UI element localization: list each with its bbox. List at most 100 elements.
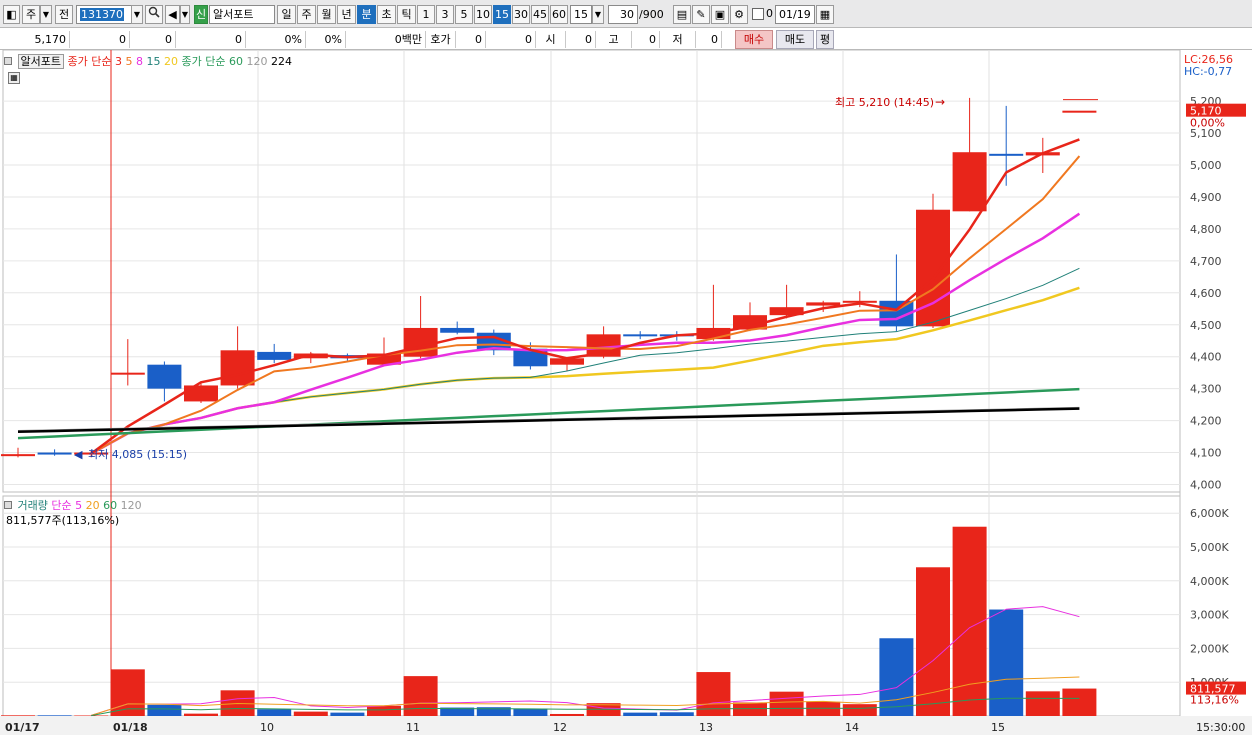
- interval-15-button[interactable]: 15: [493, 5, 511, 24]
- hoga-label: 호가: [426, 31, 456, 48]
- interval-3-button[interactable]: 3: [436, 5, 454, 24]
- volume-ma20: 20: [85, 499, 100, 512]
- speaker-dropdown-icon[interactable]: ▼: [180, 5, 190, 24]
- price-legend: 알서포트 종가 단순 3 5 8 15 20 종가 단순 60 120 224: [4, 53, 292, 69]
- volume-current: 811,577주(113,16%): [6, 514, 120, 527]
- volume-legend-toggle-icon[interactable]: [4, 501, 12, 509]
- volume-value: 0: [176, 31, 246, 48]
- period-month-button[interactable]: 월: [317, 5, 336, 24]
- period-minute-button[interactable]: 분: [357, 5, 376, 24]
- speaker-icon[interactable]: ◀: [165, 5, 180, 24]
- price-tick-label: 4,500: [1190, 319, 1222, 332]
- price-tick-label: 4,100: [1190, 447, 1222, 460]
- price-tick-label: 5,000: [1190, 159, 1222, 172]
- interval-45-button[interactable]: 45: [531, 5, 549, 24]
- volume-ma-label: 단순: [51, 499, 72, 512]
- toolbar: ◧ 주 ▼ 전 131370 ▼ ◀ ▼ 신 알서포트 일 주 월 년 분 초 …: [0, 0, 1252, 28]
- buy-button[interactable]: 매수: [735, 30, 773, 49]
- new-listing-badge: 신: [194, 5, 208, 24]
- time-axis-label: 01/17: [5, 721, 40, 734]
- high-value: 0: [632, 31, 660, 48]
- volume-bar: [184, 713, 218, 716]
- interval-60-button[interactable]: 60: [550, 5, 568, 24]
- legend-ma2-label: 종가 단순: [181, 55, 226, 68]
- time-axis-label: 01/18: [113, 721, 148, 734]
- stock-code-text: 131370: [80, 8, 124, 21]
- volume-bar: [733, 702, 767, 716]
- volume-bar: [879, 638, 914, 716]
- market-button[interactable]: 주: [22, 5, 40, 24]
- high-arrow-icon: →: [935, 95, 945, 109]
- sell-button[interactable]: 매도: [776, 30, 814, 49]
- price-pane: [2, 50, 1181, 493]
- interval-5-button[interactable]: 5: [455, 5, 473, 24]
- volume-legend-name: 거래량: [17, 499, 48, 512]
- period-day-button[interactable]: 일: [277, 5, 296, 24]
- low-value: 0: [696, 31, 722, 48]
- interval-1-button[interactable]: 1: [417, 5, 435, 24]
- legend-ma224: 224: [270, 55, 292, 68]
- legend-ma8: 8: [135, 55, 143, 68]
- chart-canvas[interactable]: 5,2005,1005,0004,9004,8004,7004,6004,500…: [0, 50, 1252, 735]
- hoga-value-1: 0: [456, 31, 486, 48]
- search-icon[interactable]: [145, 5, 163, 24]
- price-tick-label: 4,400: [1190, 351, 1222, 364]
- count-total: /900: [639, 8, 664, 21]
- volume-bar: [550, 713, 584, 716]
- open-label: 시: [536, 31, 566, 48]
- volume-percent: 0%: [246, 31, 306, 48]
- period-second-button[interactable]: 초: [377, 5, 396, 24]
- volume-bar: [989, 609, 1024, 716]
- gear-icon[interactable]: ⚙: [730, 5, 748, 24]
- candle-body: [989, 153, 1024, 156]
- code-dropdown-icon[interactable]: ▼: [131, 5, 143, 24]
- price-tick-label: 4,900: [1190, 191, 1222, 204]
- time-axis-label: 12: [553, 721, 567, 734]
- save-icon[interactable]: ▣: [711, 5, 729, 24]
- interval-10-button[interactable]: 10: [474, 5, 492, 24]
- hoga-value-2: 0: [486, 31, 536, 48]
- volume-bar: [659, 712, 694, 716]
- whole-button[interactable]: 전: [55, 5, 73, 24]
- volume-bar: [1, 715, 35, 716]
- period-year-button[interactable]: 년: [337, 5, 356, 24]
- grid-toggle-icon[interactable]: ▦: [8, 72, 20, 84]
- time-axis-area: [0, 716, 1252, 735]
- volume-bar: [513, 708, 548, 716]
- calendar-icon[interactable]: ▦: [816, 5, 834, 24]
- volume-tick-label: 2,000K: [1190, 642, 1229, 655]
- date-input[interactable]: 01/19: [775, 5, 815, 24]
- market-dropdown-icon[interactable]: ▼: [40, 5, 52, 24]
- interval-dropdown-icon[interactable]: ▼: [592, 5, 604, 24]
- current-price: 5,170: [0, 31, 70, 48]
- open-value: 0: [566, 31, 596, 48]
- evaluate-button[interactable]: 평: [816, 30, 834, 49]
- time-axis-label: 10: [260, 721, 274, 734]
- interval-30-button[interactable]: 30: [512, 5, 530, 24]
- volume-tick-label: 4,000K: [1190, 575, 1229, 588]
- legend-ma15: 15: [146, 55, 161, 68]
- legend-toggle-icon[interactable]: [4, 57, 12, 65]
- price-tick-label: 4,700: [1190, 255, 1222, 268]
- checkbox-label: 0: [766, 7, 773, 20]
- legend-stock-name[interactable]: 알서포트: [17, 54, 64, 69]
- period-tick-button[interactable]: 틱: [397, 5, 416, 24]
- volume-bar: [842, 704, 877, 716]
- candle-body: [1, 454, 35, 457]
- interval-input[interactable]: 15: [570, 5, 592, 24]
- trade-amount: 0백만: [346, 31, 426, 48]
- stock-name-field: 알서포트: [209, 5, 275, 24]
- price-tag-percent: 0,00%: [1190, 117, 1225, 130]
- stock-chart[interactable]: 5,200 5,100 5,000 4,900 4,800 4,700 4,600 4,500…: [0, 50, 1252, 735]
- price-tick-label: 4,200: [1190, 415, 1222, 428]
- candle-body: [1062, 110, 1097, 113]
- panel-toggle-icon[interactable]: ◧: [3, 5, 20, 24]
- date-checkbox[interactable]: [752, 8, 764, 20]
- draw-tool-icon[interactable]: ✎: [692, 5, 710, 24]
- time-axis-label: 13: [699, 721, 713, 734]
- period-week-button[interactable]: 주: [297, 5, 316, 24]
- indicator-icon[interactable]: ▤: [673, 5, 691, 24]
- amount-percent: 0%: [306, 31, 346, 48]
- stock-code-input[interactable]: 131370: [76, 5, 132, 24]
- count-input[interactable]: 30: [608, 5, 638, 24]
